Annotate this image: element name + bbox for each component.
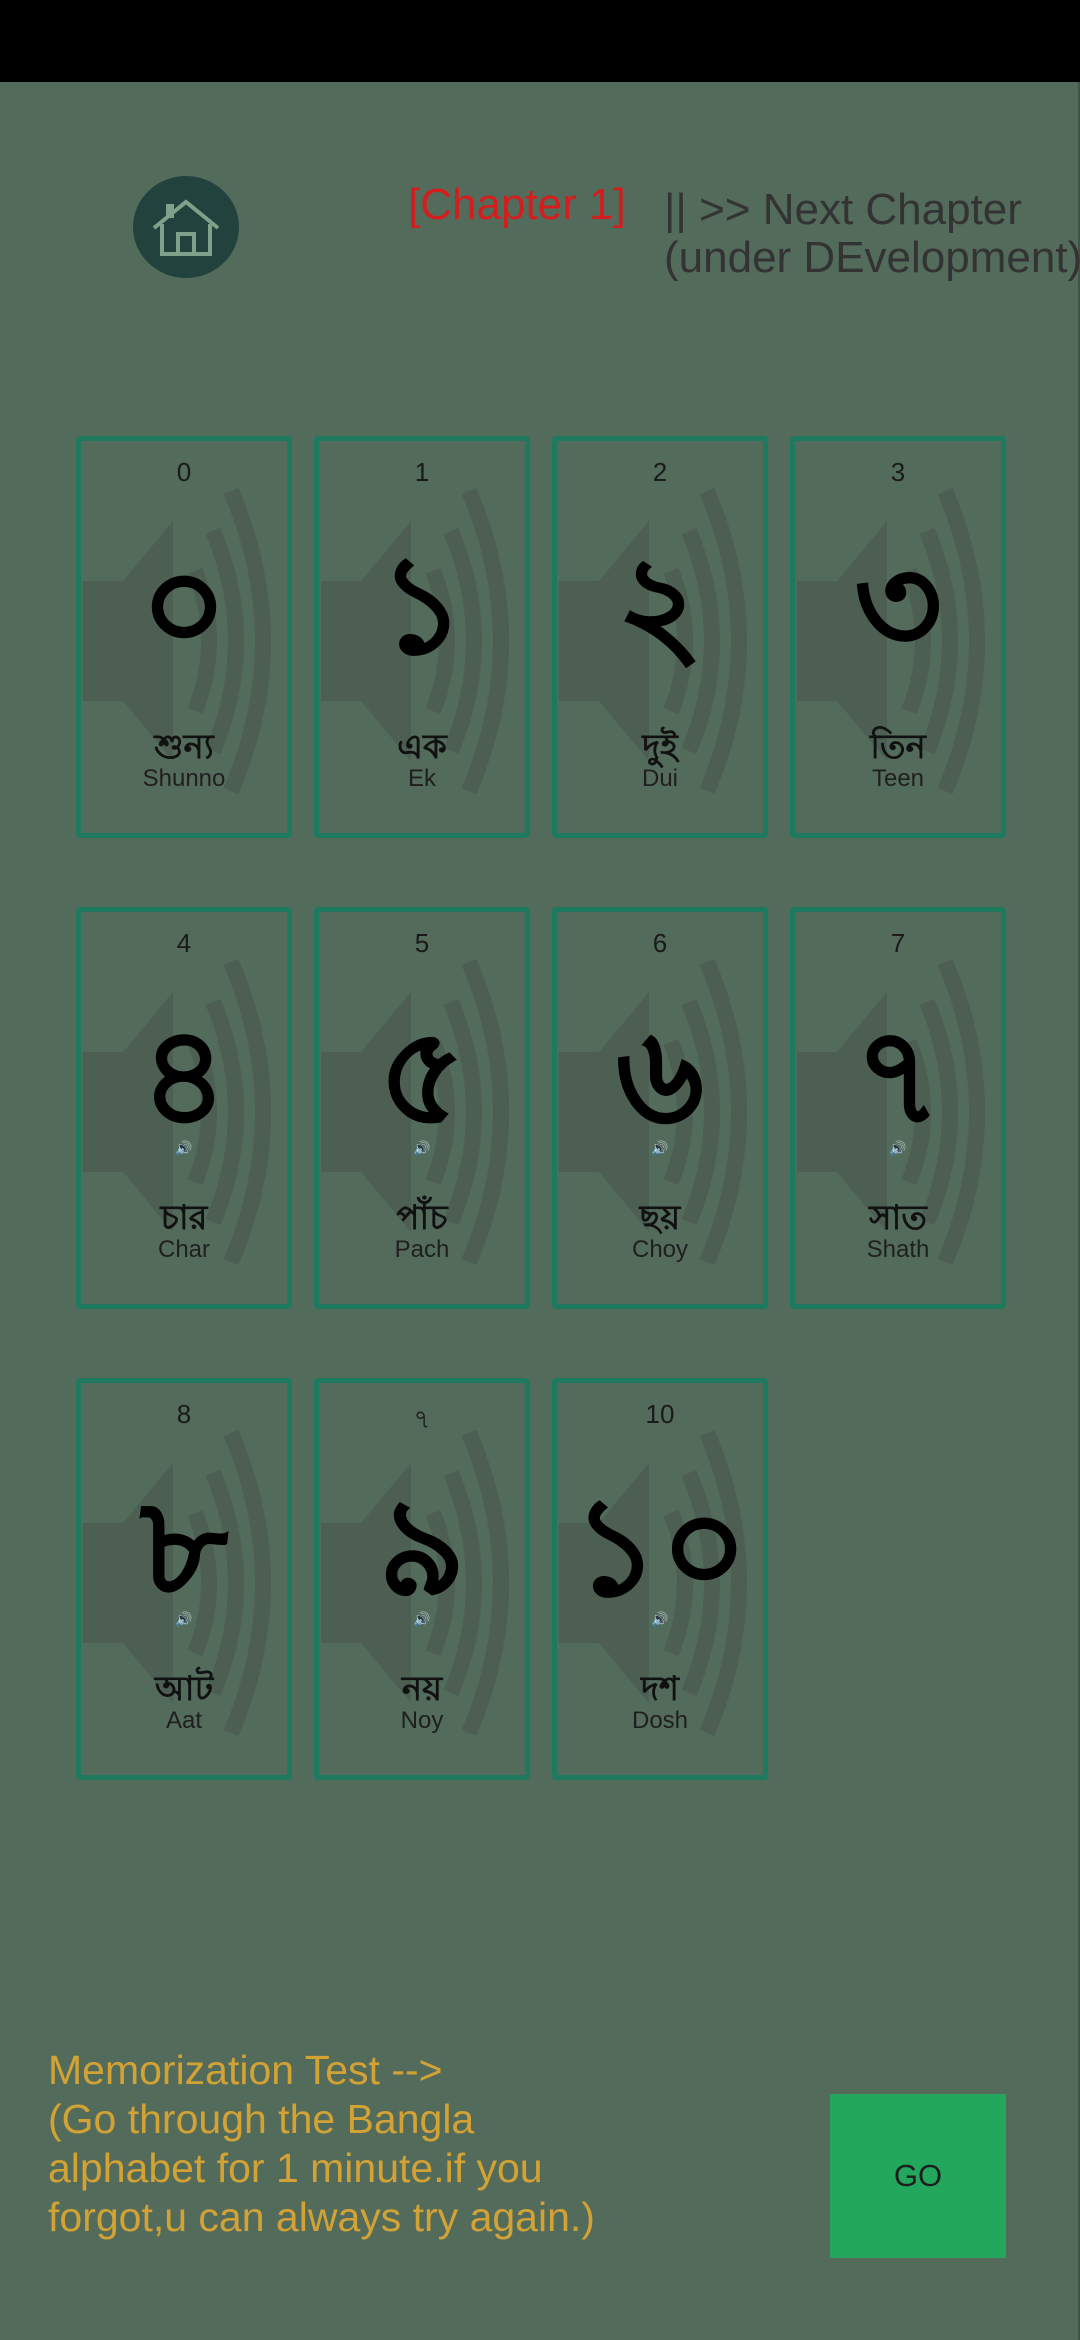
bangla-digit: ১০ [571,1469,749,1627]
number-card[interactable]: 0 ০ শুন্য Shunno [76,436,292,838]
card-number: 4 [176,928,192,958]
card-number: 7 [890,928,906,958]
memorization-test-text: Memorization Test --> (Go through the Ba… [48,2047,595,2240]
small-speaker-icon: 🔊 [651,1140,669,1156]
home-icon [152,199,220,256]
small-speaker-icon: 🔊 [413,1611,431,1627]
bangla-digit: ৮ [139,1469,229,1627]
number-card[interactable]: 7 ৭ 🔊 সাত Shath [790,907,1006,1309]
card-number: 8 [176,1399,192,1429]
small-speaker-icon: 🔊 [651,1611,669,1627]
card-number: 1 [414,457,430,487]
bangla-digit: ১ [377,527,467,685]
card-number: ৭ [413,1404,431,1434]
bangla-digit: ২ [615,527,705,685]
romanized-word: Aat [165,1707,203,1734]
bangla-digit: ৯ [377,1469,467,1627]
bangla-digit: ৫ [377,998,467,1156]
number-card[interactable]: 8 ৮ 🔊 আট Aat [76,1378,292,1780]
next-chapter-link[interactable]: || >> Next Chapter (under DEvelopment) [664,186,1080,282]
number-card[interactable]: 10 ১০ 🔊 দশ Dosh [552,1378,768,1780]
small-speaker-icon: 🔊 [175,1611,193,1627]
number-card[interactable]: 2 ২ দুই Dui [552,436,768,838]
chapter-label: [Chapter 1] [408,180,626,229]
bangla-digit: ৭ [853,998,943,1156]
romanized-word: Ek [407,765,436,792]
bangla-digit: ০ [139,527,229,685]
romanized-word: Choy [631,1236,689,1263]
status-bar [0,0,1080,82]
card-number: 10 [645,1399,675,1429]
romanized-word: Pach [394,1236,450,1263]
small-speaker-icon: 🔊 [175,1140,193,1156]
romanized-word: Char [157,1236,211,1263]
number-card[interactable]: 6 ৬ 🔊 ছয় Choy [552,907,768,1309]
card-number: 3 [890,457,906,487]
bangla-digit: ৬ [615,998,705,1156]
number-card[interactable]: 4 ৪ 🔊 চার Char [76,907,292,1309]
go-button[interactable]: GO [830,2094,1006,2258]
card-number: 6 [652,928,668,958]
bangla-digit: ৪ [139,998,229,1156]
number-card[interactable]: 5 ৫ 🔊 পাঁচ Pach [314,907,530,1309]
card-number: 0 [176,457,192,487]
number-card[interactable]: ৭ ৯ 🔊 নয় Noy [314,1378,530,1780]
bangla-digit: ৩ [853,527,943,685]
small-speaker-icon: 🔊 [889,1140,907,1156]
card-number: 5 [414,928,430,958]
card-number: 2 [652,457,668,487]
home-button[interactable] [133,176,239,278]
number-card[interactable]: 1 ১ এক Ek [314,436,530,838]
romanized-word: Dui [641,765,678,792]
romanized-word: Noy [400,1707,444,1734]
romanized-word: Shunno [142,765,226,792]
romanized-word: Teen [871,765,925,792]
romanized-word: Shath [866,1236,930,1263]
small-speaker-icon: 🔊 [413,1140,431,1156]
romanized-word: Dosh [631,1707,689,1734]
number-card[interactable]: 3 ৩ তিন Teen [790,436,1006,838]
